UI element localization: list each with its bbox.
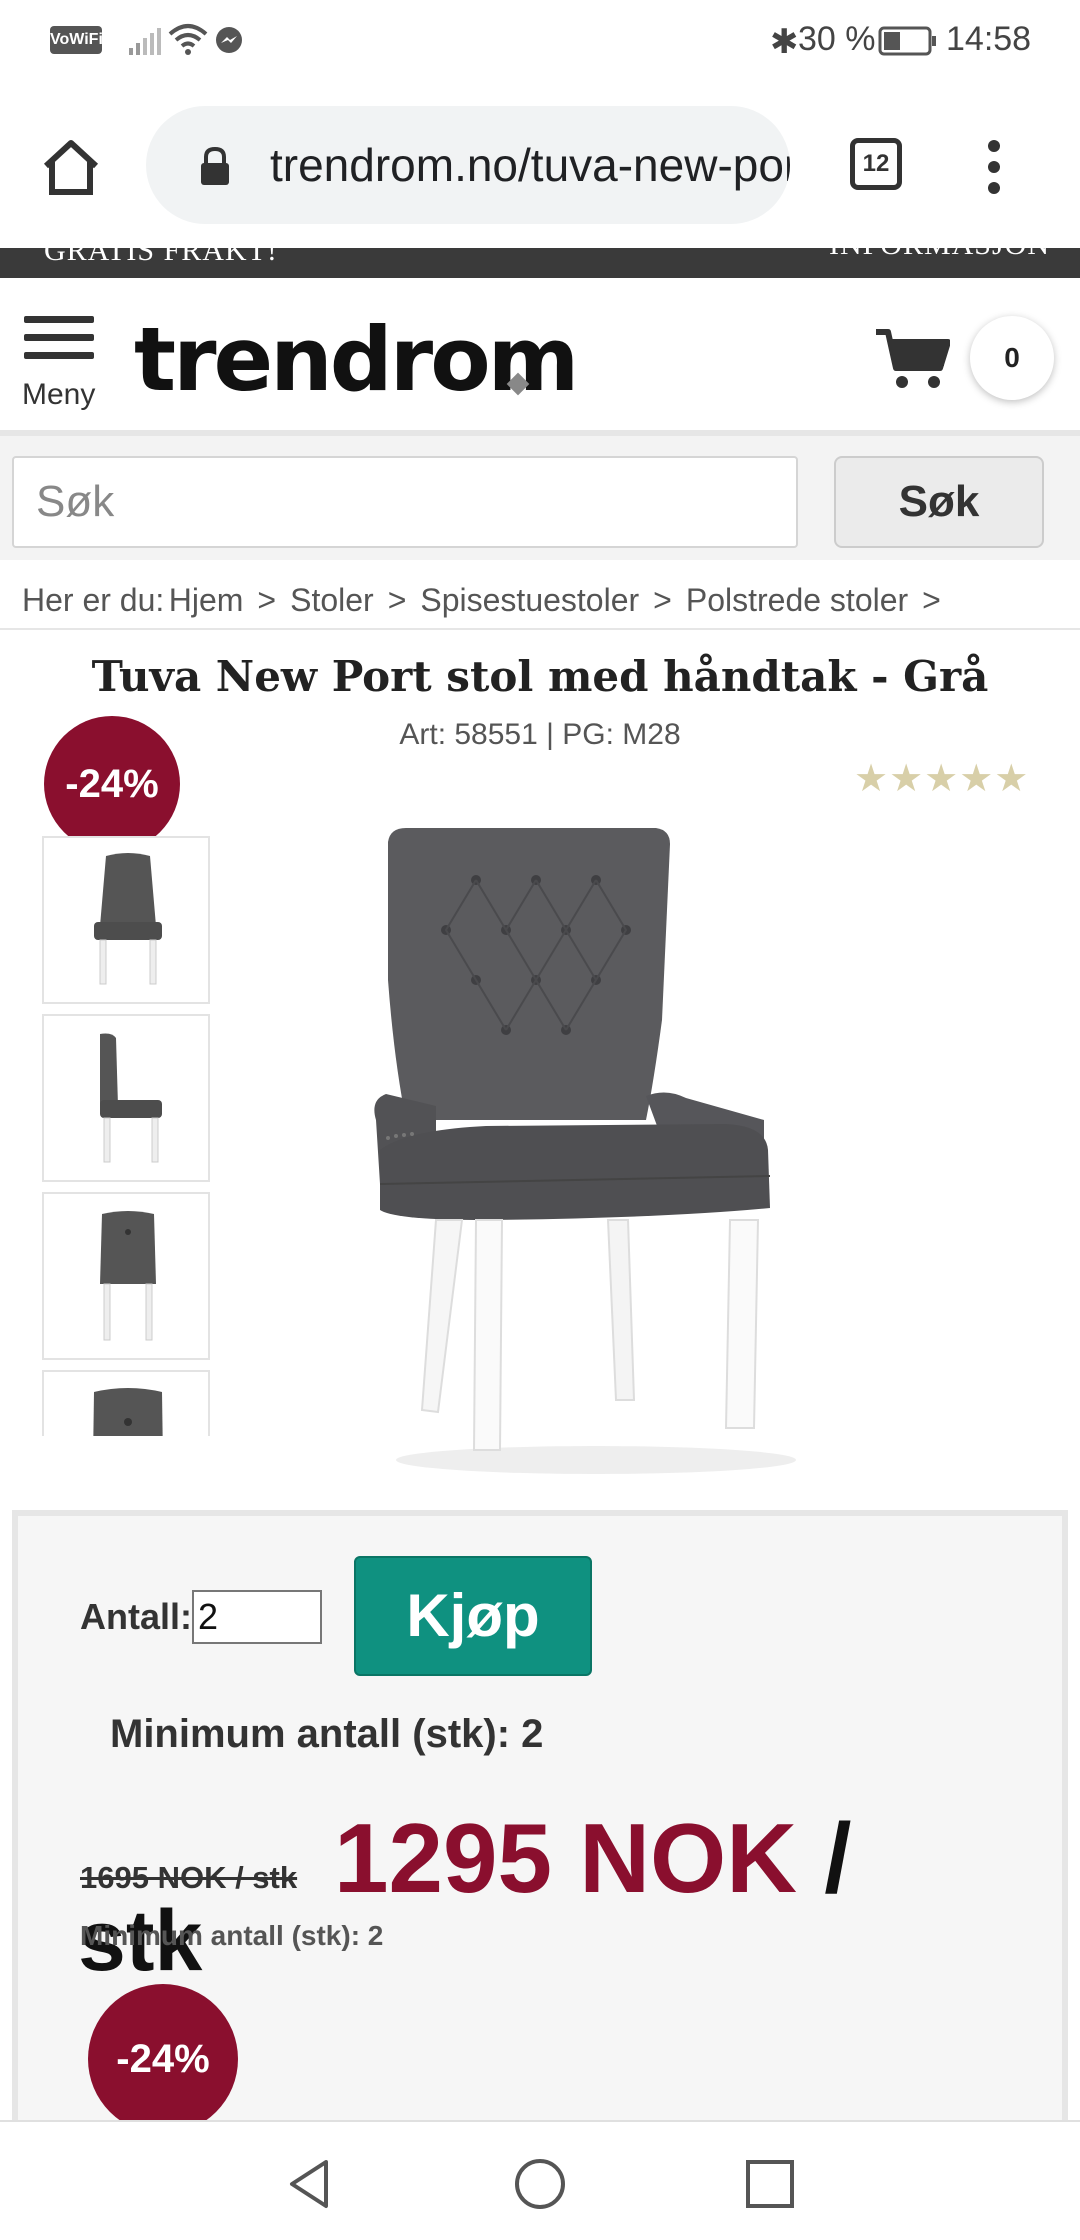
signal-icon xyxy=(129,28,161,55)
address-bar[interactable]: trendrom.no/tuva-new-port xyxy=(146,106,790,224)
wifi-icon xyxy=(168,24,208,55)
breadcrumb-item-polstrede-stoler[interactable]: Polstrede stoler xyxy=(686,582,908,618)
product-thumbnail[interactable] xyxy=(42,836,210,1004)
rating-stars[interactable]: ★★★★★ xyxy=(854,756,1029,801)
search-bar: Søk Søk xyxy=(0,430,1080,560)
buy-button[interactable]: Kjøp xyxy=(354,1556,592,1676)
minimum-quantity: Minimum antall (stk): 2 xyxy=(110,1712,544,1756)
battery-icon xyxy=(878,26,936,56)
battery-percent: 30 % xyxy=(798,20,876,58)
product-thumbnail[interactable] xyxy=(42,1370,210,1436)
minimum-quantity-small: Minimum antall (stk): 2 xyxy=(80,1920,384,1951)
site-logo[interactable]: trendrom xyxy=(134,308,579,411)
hamburger-menu-icon[interactable] xyxy=(24,316,94,364)
breadcrumb-item-spisestuestoler[interactable]: Spisestuestoler xyxy=(420,582,639,618)
breadcrumb-separator: > xyxy=(922,582,941,618)
new-price: 1295 NOK / xyxy=(334,1802,851,1915)
promo-strip: GRATIS FRAKT! INFORMASJON xyxy=(0,248,1080,278)
quantity-input[interactable]: 2 xyxy=(192,1590,322,1644)
menu-label[interactable]: Meny xyxy=(22,378,95,412)
search-input[interactable]: Søk xyxy=(12,456,798,548)
search-button[interactable]: Søk xyxy=(834,456,1044,548)
thumbnail-gallery xyxy=(42,836,212,1436)
bluetooth-icon: ✱ xyxy=(770,23,799,61)
info-link[interactable]: INFORMASJON xyxy=(829,248,1050,262)
chair-front-image xyxy=(94,853,162,985)
quantity-label: Antall: xyxy=(80,1596,192,1637)
breadcrumb-prefix: Her er du: xyxy=(22,582,165,618)
lock-icon xyxy=(201,146,229,185)
shopping-cart-icon[interactable] xyxy=(874,328,950,390)
breadcrumb-separator: > xyxy=(257,582,277,618)
more-options-icon[interactable] xyxy=(986,138,1002,196)
url-text: trendrom.no/tuva-new-port xyxy=(270,139,790,191)
chair-detail-image xyxy=(93,1388,163,1436)
home-icon[interactable] xyxy=(40,138,102,196)
chair-back-image xyxy=(100,1211,156,1341)
discount-badge-bottom: -24% xyxy=(88,1984,238,2134)
breadcrumb-separator: > xyxy=(653,582,672,618)
status-bar: VoWiFi ✱ 30 % 14:58 xyxy=(0,0,1080,82)
breadcrumb: Her er du: Hjem > Stoler > Spisestuestoler > P… xyxy=(0,560,1080,630)
site-header: Meny trendrom 0 xyxy=(0,278,1080,430)
browser-toolbar: trendrom.no/tuva-new-port 12 xyxy=(0,82,1080,248)
old-price: 1695 NOK / stk xyxy=(80,1860,298,1895)
breadcrumb-item-stoler[interactable]: Stoler xyxy=(290,582,374,618)
cart-count-badge[interactable]: 0 xyxy=(970,316,1054,400)
product-thumbnail[interactable] xyxy=(42,1192,210,1360)
back-icon[interactable] xyxy=(282,2156,338,2212)
recents-icon[interactable] xyxy=(742,2156,798,2212)
system-navigation-bar xyxy=(0,2120,1080,2240)
new-price-amount: 1295 NOK xyxy=(334,1803,798,1913)
breadcrumb-item-hjem[interactable]: Hjem xyxy=(169,582,244,618)
product-title: Tuva New Port stol med håndtak - Grå xyxy=(91,652,989,701)
clock: 14:58 xyxy=(946,20,1032,58)
chair-side-image xyxy=(100,1033,162,1163)
discount-badge: -24% xyxy=(44,716,180,852)
price-slash: / xyxy=(797,1803,852,1913)
free-shipping-text: GRATIS FRAKT! xyxy=(44,248,278,267)
breadcrumb-separator: > xyxy=(387,582,407,618)
tab-switcher-button[interactable]: 12 xyxy=(850,138,902,190)
vowifi-icon: VoWiFi xyxy=(50,26,103,54)
home-circle-icon[interactable] xyxy=(512,2156,568,2212)
product-thumbnail[interactable] xyxy=(42,1014,210,1182)
product-main-image[interactable] xyxy=(366,820,826,1480)
messenger-icon xyxy=(216,27,242,53)
